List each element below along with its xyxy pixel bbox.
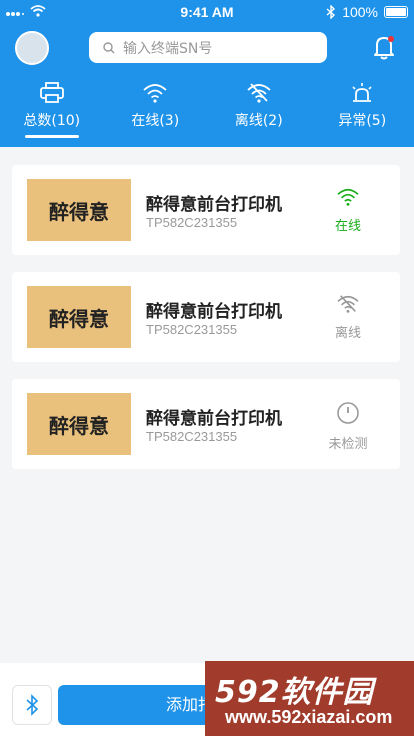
printer-name: 醉得意前台打印机 <box>146 302 282 322</box>
printer-logo-text: 醉得意 <box>49 199 109 224</box>
wifi-icon <box>337 188 359 206</box>
printer-name: 醉得意前台打印机 <box>146 195 282 215</box>
tab-offline[interactable]: 离线(2) <box>207 78 311 142</box>
status-bar: 9:41 AM 100% <box>0 0 414 26</box>
tab-abnormal[interactable]: 异常(5) <box>311 78 414 142</box>
tab-total-label: 总数(10) <box>23 113 81 129</box>
printer-status-text: 在线 <box>334 219 361 234</box>
wifi-off-icon <box>247 83 271 103</box>
printer-sn: TP582C231355 <box>146 215 238 230</box>
search-icon <box>103 41 115 53</box>
tab-offline-label: 离线(2) <box>234 113 283 129</box>
bluetooth-status-icon <box>326 5 336 19</box>
printer-status: 在线 <box>318 187 378 234</box>
search-input[interactable]: 输入终端SN号 <box>89 32 327 63</box>
printer-status: 未检测 <box>318 401 378 452</box>
bluetooth-icon <box>26 694 39 716</box>
printer-icon <box>39 82 64 103</box>
watermark: 592软件园 www.592xiazai.com <box>205 661 414 736</box>
printer-status-text: 离线 <box>334 326 361 341</box>
printer-logo-text: 醉得意 <box>49 306 109 331</box>
wifi-off-icon <box>337 295 359 313</box>
tab-total[interactable]: 总数(10) <box>0 78 104 142</box>
watermark-title: 592软件园 <box>215 675 374 710</box>
printer-card[interactable]: 醉得意 醉得意前台打印机 TP582C231355 未检测 <box>12 379 400 469</box>
avatar[interactable] <box>15 31 49 65</box>
tab-abnormal-label: 异常(5) <box>338 113 387 129</box>
printer-card[interactable]: 醉得意 醉得意前台打印机 TP582C231355 在线 <box>12 165 400 255</box>
battery-icon <box>384 6 408 18</box>
alarm-icon <box>352 83 372 102</box>
status-right: 100% <box>326 4 408 20</box>
printer-thumbnail: 醉得意 <box>27 286 131 348</box>
printer-status: 离线 <box>318 294 378 341</box>
printer-logo-text: 醉得意 <box>49 413 109 438</box>
tab-online-label: 在线(3) <box>131 113 180 129</box>
printer-sn: TP582C231355 <box>146 429 238 444</box>
printer-sn: TP582C231355 <box>146 322 238 337</box>
printer-status-text: 未检测 <box>328 437 368 452</box>
clock-icon <box>337 402 359 424</box>
printer-card[interactable]: 醉得意 醉得意前台打印机 TP582C231355 离线 <box>12 272 400 362</box>
active-tab-indicator <box>25 135 79 138</box>
wifi-icon <box>143 84 167 103</box>
status-tabs: 总数(10) 在线(3) 离线(2) 异常(5) <box>0 78 414 142</box>
printer-name: 醉得意前台打印机 <box>146 409 282 429</box>
printer-thumbnail: 醉得意 <box>27 393 131 455</box>
bluetooth-button[interactable] <box>12 685 52 725</box>
search-placeholder: 输入终端SN号 <box>123 40 213 57</box>
printer-thumbnail: 醉得意 <box>27 179 131 241</box>
watermark-url: www.592xiazai.com <box>225 707 393 727</box>
bell-icon[interactable] <box>371 33 397 61</box>
battery-percent: 100% <box>342 4 378 20</box>
tab-online[interactable]: 在线(3) <box>104 78 208 142</box>
